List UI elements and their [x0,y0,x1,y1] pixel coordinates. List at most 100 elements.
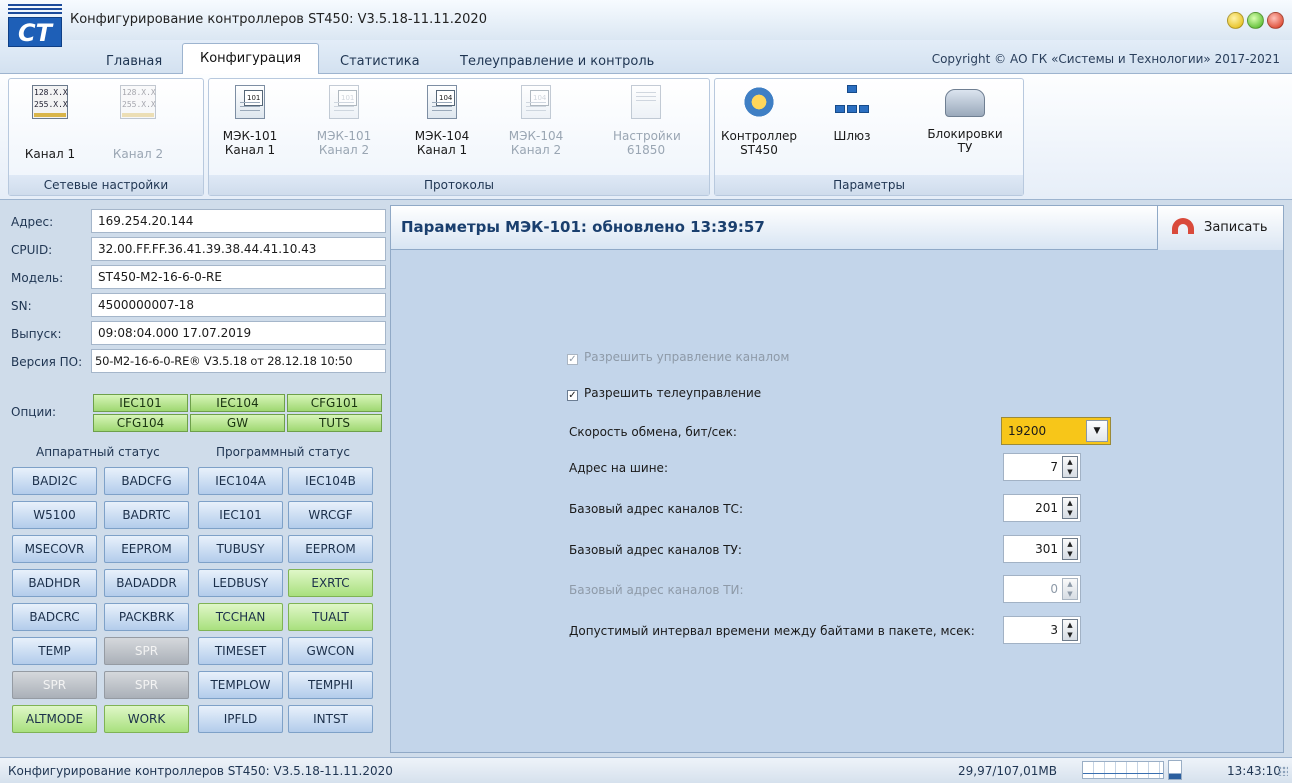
tab-telecontrol[interactable]: Телеуправление и контроль [450,50,664,73]
info-value: 50-M2-16-6-0-RE® V3.5.18 от 28.12.18 10:… [91,349,386,373]
checkmark-icon: ✓ [567,390,578,401]
allow-channel-control-checkbox[interactable]: ✓ Разрешить управление каналом [567,350,789,365]
memory-usage: 29,97/107,01MB [958,764,1057,778]
status-flag-badcfg: BADCFG [104,467,189,495]
tu-base-address-spinner[interactable]: 301 ▲ ▼ [1003,535,1081,563]
byte-interval-spinner[interactable]: 3 ▲ ▼ [1003,616,1081,644]
status-text: Конфигурирование контроллеров ST450: V3.… [8,764,393,778]
ts-base-address-label: Базовый адрес каналов ТС: [569,502,743,516]
tab-configuration[interactable]: Конфигурация [182,43,320,75]
iec101-channel-2-button[interactable]: 101 МЭК-101 Канал 2 [311,85,377,157]
baud-rate-value: 19200 [1008,424,1047,438]
info-label: Модель: [11,271,64,285]
status-bar: Конфигурирование контроллеров ST450: V3.… [0,757,1292,783]
allow-telecontrol-checkbox[interactable]: ✓ Разрешить телеуправление [567,386,761,401]
copyright-text: Copyright © АО ГК «Системы и Технологии»… [931,52,1280,66]
iec104-channel-2-button[interactable]: 104 МЭК-104 Канал 2 [503,85,569,157]
status-flag-iec104a: IEC104A [198,467,283,495]
maximize-icon[interactable] [1247,12,1264,29]
option-badge: TUTS [287,414,382,432]
minimize-icon[interactable] [1227,12,1244,29]
controller-st450-button[interactable]: Контроллер ST450 [721,85,797,157]
baud-rate-select[interactable]: 19200 ▼ [1001,417,1111,445]
status-flag-tualt: TUALT [288,603,373,631]
resize-grip-icon[interactable] [1278,766,1288,776]
spinner-value: 3 [1050,623,1058,637]
status-flag-temp: TEMP [12,637,97,665]
option-badge: CFG101 [287,394,382,412]
protocols-label: Протоколы [209,175,709,195]
status-flag-w5100: W5100 [12,501,97,529]
controller-gear-icon [742,85,776,119]
status-flag-spr: SPR [104,637,189,665]
channel-1-button[interactable]: 128.X.X 255.X.X Канал 1 [17,85,83,161]
checkbox-label: Разрешить телеуправление [584,386,762,400]
status-flag-badhdr: BADHDR [12,569,97,597]
button-line2: Канал 1 [416,143,468,157]
info-label: Адрес: [11,215,54,229]
spinner-value: 201 [1035,501,1058,515]
spinner-value: 0 [1050,582,1058,596]
window-title: Конфигурирование контроллеров ST450: V3.… [70,12,487,27]
write-button[interactable]: Записать [1157,206,1283,250]
button-line1: Настройки [613,129,681,143]
channel-2-label: Канал 2 [112,147,164,161]
tab-home[interactable]: Главная [96,50,172,73]
status-flag-eeprom: EEPROM [104,535,189,563]
button-line1: МЭК-101 [222,129,278,143]
info-row-sn: SN: 4500000007-18 [8,293,386,317]
info-row-release: Выпуск: 09:08:04.000 17.07.2019 [8,321,386,345]
button-line1: Шлюз [833,129,871,143]
spinner-arrows-icon[interactable]: ▲ ▼ [1062,456,1078,478]
status-flag-tubusy: TUBUSY [198,535,283,563]
spinner-value: 7 [1050,460,1058,474]
tu-locks-button[interactable]: Блокировки ТУ [925,85,1005,155]
iec101-channel-1-button[interactable]: 101 МЭК-101 Канал 1 [217,85,283,157]
info-row-firmware: Версия ПО: 50-M2-16-6-0-RE® V3.5.18 от 2… [8,349,386,373]
protocols-group: 101 МЭК-101 Канал 1 101 МЭК-101 Канал 2 … [208,78,710,196]
button-line2: Канал 2 [510,143,562,157]
channel-1-label: Канал 1 [24,147,76,161]
ribbon-tabs: Главная Конфигурация Статистика Телеупра… [0,40,1292,75]
memory-gauge [1168,760,1182,780]
iec104-channel-1-button[interactable]: 104 МЭК-104 Канал 1 [409,85,475,157]
status-flag-altmode: ALTMODE [12,705,97,733]
settings-61850-button[interactable]: Настройки 61850 [613,85,681,157]
info-row-address: Адрес: 169.254.20.144 [8,209,386,233]
status-flag-iec101: IEC101 [198,501,283,529]
window-controls [1227,12,1284,29]
tab-statistics[interactable]: Статистика [330,50,430,73]
network-card-icon: 128.X.X 255.X.X [32,85,68,119]
status-flag-exrtc: EXRTC [288,569,373,597]
button-line2: Канал 1 [224,143,276,157]
option-badge: GW [190,414,285,432]
ti-base-address-spinner[interactable]: 0 ▲ ▼ [1003,575,1081,603]
bus-address-spinner[interactable]: 7 ▲ ▼ [1003,453,1081,481]
hardware-status-title: Аппаратный статус [36,445,160,459]
spinner-arrows-icon[interactable]: ▲ ▼ [1062,619,1078,641]
info-value: 169.254.20.144 [91,209,386,233]
network-settings-group: 128.X.X 255.X.X Канал 1 128.X.X 255.X.X Ка… [8,78,204,196]
parameters-group: Контроллер ST450 Шлюз Блокировки ТУ Пара… [714,78,1024,196]
spinner-arrows-icon[interactable]: ▲ ▼ [1062,538,1078,560]
button-line2: 61850 [626,143,666,157]
ti-base-address-label: Базовый адрес каналов ТИ: [569,583,744,597]
info-label: CPUID: [11,243,53,257]
status-flag-badcrc: BADCRC [12,603,97,631]
logo-lines-icon [8,4,62,16]
status-flag-msecovr: MSECOVR [12,535,97,563]
gateway-button[interactable]: Шлюз [819,85,885,143]
channel-2-button[interactable]: 128.X.X 255.X.X Канал 2 [105,85,171,161]
spinner-arrows-icon[interactable]: ▲ ▼ [1062,497,1078,519]
panel-header: Параметры МЭК-101: обновлено 13:39:57 За… [391,206,1283,250]
close-icon[interactable] [1267,12,1284,29]
button-line1: МЭК-104 [414,129,470,143]
baud-rate-label: Скорость обмена, бит/сек: [569,425,737,439]
option-badge: IEC104 [190,394,285,412]
button-line2: ST450 [740,143,778,157]
chevron-down-icon[interactable]: ▼ [1086,420,1108,442]
ts-base-address-spinner[interactable]: 201 ▲ ▼ [1003,494,1081,522]
app-logo[interactable]: CT [8,17,62,47]
spinner-arrows-icon[interactable]: ▲ ▼ [1062,578,1078,600]
gateway-network-icon [835,85,869,119]
